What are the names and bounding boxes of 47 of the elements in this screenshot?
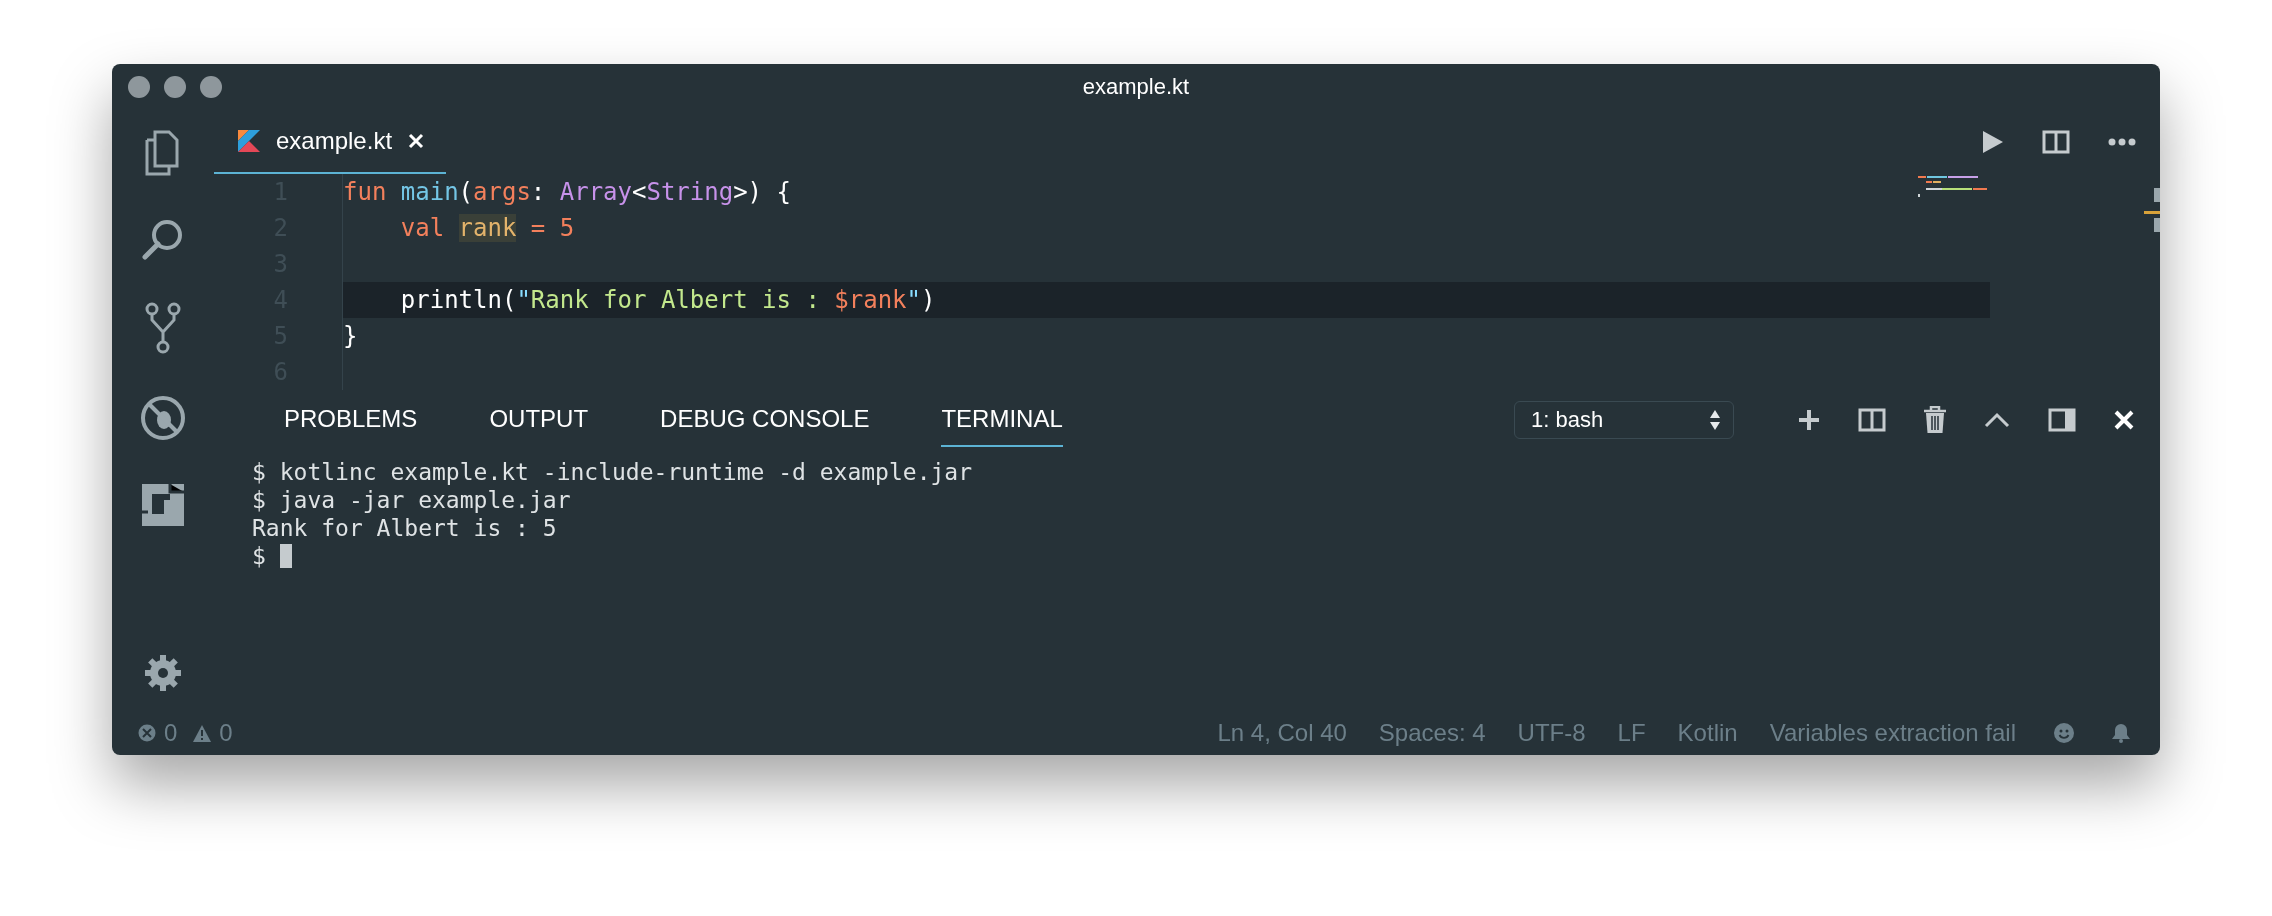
code-line: val rank = 5 bbox=[399, 214, 575, 242]
error-count[interactable]: 0 bbox=[164, 719, 178, 747]
panel-tab[interactable]: TERMINAL bbox=[941, 393, 1063, 447]
source-control-icon[interactable] bbox=[145, 302, 181, 354]
settings-icon[interactable] bbox=[143, 653, 183, 693]
kotlin-file-icon bbox=[238, 130, 260, 152]
status-item[interactable]: Kotlin bbox=[1677, 719, 1738, 747]
panel-tab[interactable]: PROBLEMS bbox=[284, 393, 418, 447]
terminal-line: $ java -jar example.jar bbox=[252, 487, 571, 513]
terminal-line: Rank for Albert is : 5 bbox=[252, 515, 557, 541]
error-icon[interactable] bbox=[138, 724, 156, 742]
extensions-icon[interactable] bbox=[140, 482, 186, 528]
status-item[interactable]: Variables extraction fail bbox=[1769, 719, 2016, 747]
debug-icon[interactable] bbox=[139, 394, 187, 442]
code-line: } bbox=[343, 322, 358, 350]
close-icon[interactable] bbox=[408, 133, 425, 149]
run-icon[interactable] bbox=[1982, 130, 2004, 154]
terminal-line: $ bbox=[252, 543, 267, 569]
bell-icon[interactable] bbox=[2112, 723, 2130, 743]
close-window-button[interactable] bbox=[128, 76, 150, 98]
panel-tab[interactable]: DEBUG CONSOLE bbox=[660, 393, 870, 447]
status-item[interactable]: LF bbox=[1617, 719, 1646, 747]
terminal-cursor bbox=[279, 544, 292, 568]
more-icon[interactable] bbox=[2108, 138, 2136, 146]
plus-icon[interactable] bbox=[1798, 409, 1820, 431]
terminal-select[interactable]: 1: bash bbox=[1514, 401, 1734, 439]
status-item[interactable]: UTF-8 bbox=[1517, 719, 1586, 747]
smiley-icon[interactable] bbox=[2054, 723, 2074, 743]
up-down-caret-icon bbox=[1709, 409, 1721, 431]
window-title: example.kt bbox=[1082, 74, 1190, 100]
warning-count[interactable]: 0 bbox=[219, 719, 233, 747]
trash-icon[interactable] bbox=[1924, 406, 1946, 434]
code-line: println("Rank for Albert is : $rank") bbox=[399, 286, 936, 314]
split-editor-icon[interactable] bbox=[2042, 130, 2070, 154]
editor-tab[interactable]: example.kt bbox=[214, 110, 447, 174]
maximize-window-button[interactable] bbox=[200, 76, 222, 98]
panel-tab[interactable]: OUTPUT bbox=[489, 393, 589, 447]
code-line: fun main(args: Array<String>) { bbox=[343, 178, 791, 206]
warning-icon[interactable] bbox=[193, 724, 212, 742]
terminal-line: $ kotlinc example.kt -include-runtime -d example.jar bbox=[252, 459, 973, 485]
status-item[interactable]: Ln 4, Col 40 bbox=[1217, 719, 1347, 747]
panel-layout-icon[interactable] bbox=[2048, 408, 2076, 432]
split-terminal-icon[interactable] bbox=[1858, 408, 1886, 432]
minimize-window-button[interactable] bbox=[164, 76, 186, 98]
chevron-up-icon[interactable] bbox=[1984, 412, 2010, 428]
close-icon[interactable] bbox=[2114, 410, 2134, 430]
status-item[interactable]: Spaces: 4 bbox=[1378, 719, 1486, 747]
